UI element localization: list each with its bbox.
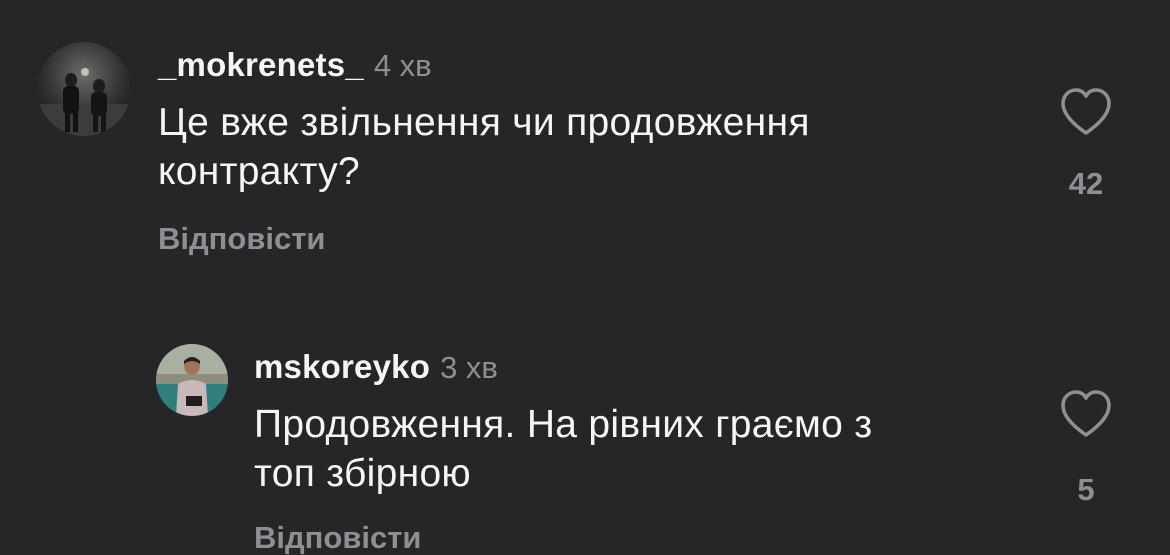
comment-text: Це вже звільнення чи продовження контрак… [158,98,810,196]
comment-text-line: топ збірною [254,452,471,495]
like-button[interactable] [1058,388,1114,440]
comment-text: Продовження. На рівних граємо з топ збір… [254,400,872,498]
avatar[interactable] [156,344,228,416]
timestamp: 4 хв [373,48,432,83]
heart-outline-icon [1061,390,1111,437]
comment-text-line: контракту? [158,150,360,193]
username[interactable]: mskoreyko [254,348,430,385]
reply-button[interactable]: Відповісти [158,223,326,254]
like-count: 42 [1068,166,1104,201]
username[interactable]: _mokrenets_ [158,46,364,83]
reply-item: mskoreyko 3 хв Продовження. На рівних гра… [0,300,1170,553]
like-count: 5 [1077,472,1095,507]
comment-text-line: Продовження. На рівних граємо з [254,403,873,446]
heart-outline-icon [1061,88,1111,135]
like-button[interactable] [1058,86,1114,138]
comment-item: _mokrenets_ 4 хв Це вже звільнення чи про… [0,0,1170,300]
avatar[interactable] [37,42,131,136]
comment-text-line: Це вже звільнення чи продовження [158,101,810,144]
avatar-photo [37,42,131,136]
reply-button[interactable]: Відповісти [254,522,422,553]
comment-meta: mskoreyko 3 хв [254,350,498,383]
comment-meta: _mokrenets_ 4 хв [158,48,432,81]
avatar-photo [156,344,228,416]
timestamp: 3 хв [440,350,498,385]
